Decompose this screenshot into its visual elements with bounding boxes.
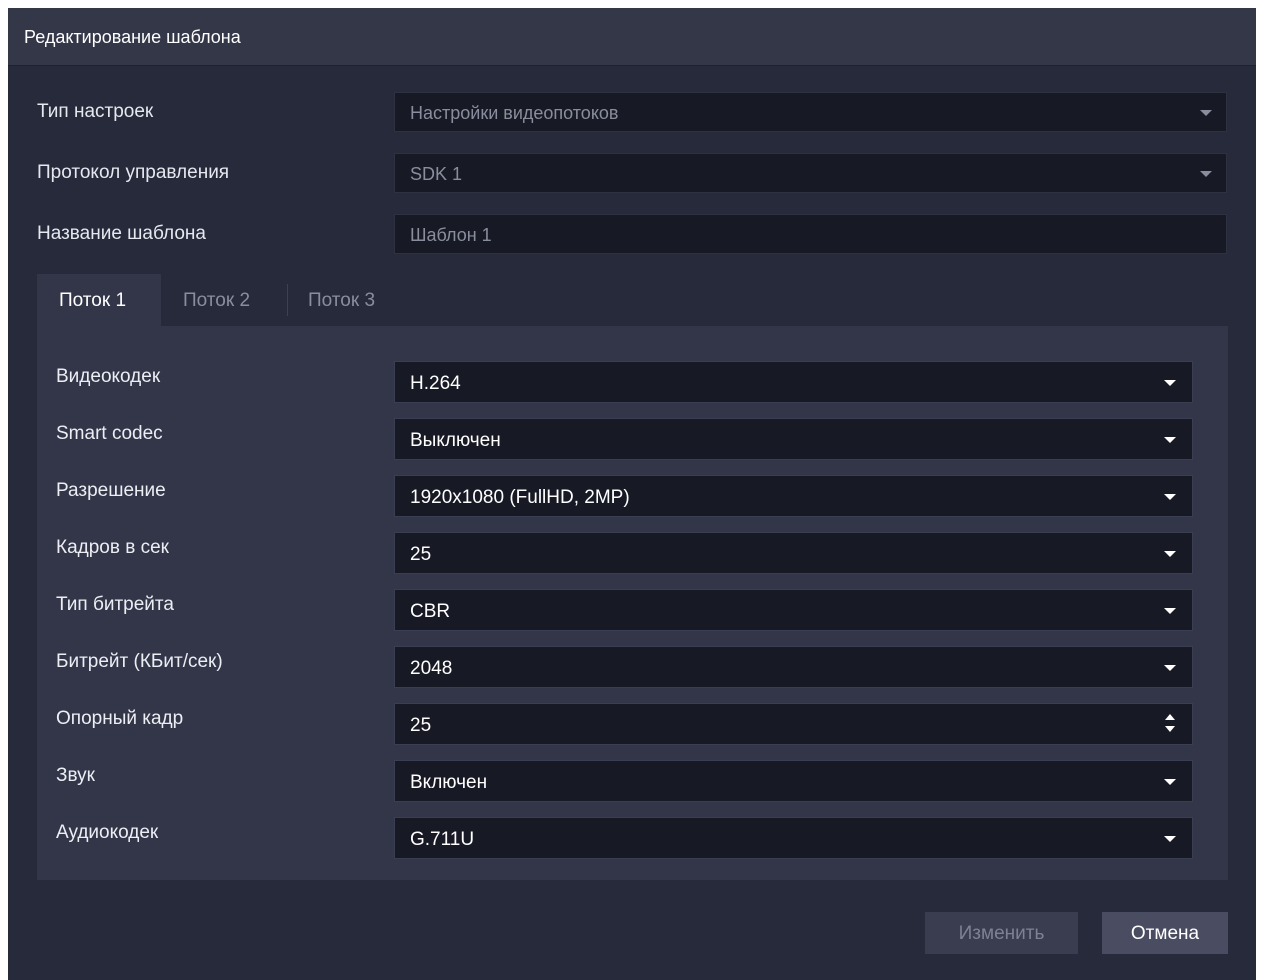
settings-type-label: Тип настроек: [37, 101, 154, 122]
tab-stream-3[interactable]: Поток 3: [288, 274, 418, 326]
chevron-down-icon: [1200, 171, 1212, 177]
tab-stream-2-label: Поток 2: [183, 290, 251, 311]
bitrate-type-select[interactable]: CBR: [394, 589, 1193, 631]
template-name-label: Название шаблона: [37, 223, 206, 244]
tab-stream-2[interactable]: Поток 2: [161, 274, 287, 326]
protocol-label: Протокол управления: [37, 162, 230, 183]
sound-label: Звук: [56, 765, 95, 786]
dialog-titlebar: Редактирование шаблона: [8, 8, 1256, 66]
spin-up-icon[interactable]: [1165, 714, 1175, 720]
bitrate-value: 2048: [410, 658, 453, 679]
apply-button[interactable]: Изменить: [925, 912, 1078, 954]
tab-stream-3-label: Поток 3: [308, 290, 376, 311]
keyframe-stepper[interactable]: 25: [394, 703, 1193, 745]
videocodec-value: H.264: [410, 373, 461, 394]
chevron-down-icon: [1164, 551, 1176, 557]
audiocodec-value: G.711U: [410, 829, 475, 850]
bitrate-type-value: CBR: [410, 601, 451, 622]
fps-value: 25: [410, 544, 432, 565]
chevron-down-icon: [1164, 836, 1176, 842]
edit-template-dialog: Редактирование шаблона Тип настроек Наст…: [8, 8, 1256, 980]
cancel-button[interactable]: Отмена: [1102, 912, 1228, 954]
audiocodec-select[interactable]: G.711U: [394, 817, 1193, 859]
fps-select[interactable]: 25: [394, 532, 1193, 574]
settings-type-select: Настройки видеопотоков: [394, 92, 1227, 132]
spin-down-icon[interactable]: [1165, 726, 1175, 732]
smart-codec-value: Выключен: [410, 430, 501, 451]
sound-value: Включен: [410, 772, 488, 793]
keyframe-value: 25: [410, 715, 432, 736]
keyframe-label: Опорный кадр: [56, 708, 184, 729]
stream-settings-panel: Видеокодек H.264 Smart codec Выключен Ра…: [37, 326, 1228, 880]
template-name-value: Шаблон 1: [410, 225, 492, 245]
resolution-label: Разрешение: [56, 480, 166, 501]
videocodec-label: Видеокодек: [56, 366, 161, 387]
audiocodec-label: Аудиокодек: [56, 822, 159, 843]
bitrate-type-label: Тип битрейта: [56, 594, 174, 615]
chevron-down-icon: [1164, 380, 1176, 386]
template-name-field: Шаблон 1: [394, 214, 1227, 254]
sound-select[interactable]: Включен: [394, 760, 1193, 802]
settings-type-value: Настройки видеопотоков: [410, 103, 619, 123]
chevron-down-icon: [1164, 437, 1176, 443]
resolution-select[interactable]: 1920x1080 (FullHD, 2MP): [394, 475, 1193, 517]
smart-codec-select[interactable]: Выключен: [394, 418, 1193, 460]
dialog-title: Редактирование шаблона: [24, 27, 241, 47]
chevron-down-icon: [1164, 608, 1176, 614]
protocol-select: SDK 1: [394, 153, 1227, 193]
bitrate-label: Битрейт (КБит/сек): [56, 651, 223, 672]
smart-codec-label: Smart codec: [56, 423, 163, 444]
bitrate-select[interactable]: 2048: [394, 646, 1193, 688]
fps-label: Кадров в сек: [56, 537, 169, 558]
tab-stream-1[interactable]: Поток 1: [37, 274, 161, 326]
chevron-down-icon: [1164, 665, 1176, 671]
chevron-down-icon: [1164, 494, 1176, 500]
chevron-down-icon: [1164, 779, 1176, 785]
chevron-down-icon: [1200, 110, 1212, 116]
resolution-value: 1920x1080 (FullHD, 2MP): [410, 487, 630, 508]
protocol-value: SDK 1: [410, 164, 463, 184]
videocodec-select[interactable]: H.264: [394, 361, 1193, 403]
tab-stream-1-label: Поток 1: [59, 290, 127, 311]
